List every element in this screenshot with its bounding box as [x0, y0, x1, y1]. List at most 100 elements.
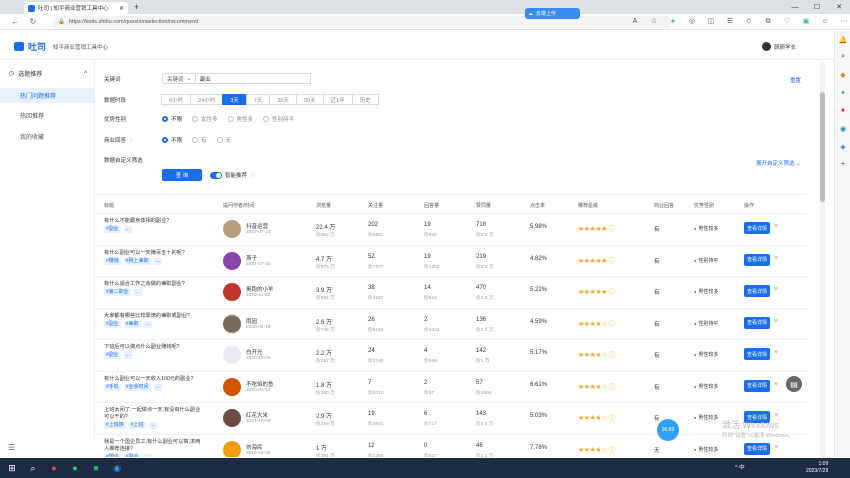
browser-tab[interactable]: 吐司 | 知乎商业营销工具中心 ✕	[24, 2, 128, 14]
smart-recommend-toggle[interactable]: 智能推荐 ⓘ	[210, 171, 256, 179]
author-name[interactable]: 雨因	[246, 317, 257, 325]
toggle-switch[interactable]	[210, 171, 222, 179]
favorite-heart-icon[interactable]: ♥	[774, 255, 778, 262]
tag[interactable]: ...	[143, 320, 152, 328]
tag[interactable]: #兼职	[123, 320, 141, 328]
app-2-icon[interactable]: ■	[90, 462, 102, 474]
extension-icon[interactable]: ●	[668, 17, 678, 27]
split-screen-icon[interactable]: ◫	[706, 17, 716, 27]
favorite-heart-icon[interactable]: ♥	[774, 223, 778, 230]
tag[interactable]: #副业	[104, 320, 121, 328]
avatar[interactable]	[223, 440, 241, 457]
expand-custom-filter-link[interactable]: 展开自定义筛选 ⌄	[756, 159, 801, 167]
view-detail-button[interactable]: 查看详情	[744, 348, 770, 360]
favorite-heart-icon[interactable]: ♥	[774, 444, 778, 451]
clipboard-icon[interactable]: ▤	[786, 376, 802, 392]
author-name[interactable]: 红花大米	[246, 411, 268, 419]
collapse-menu-icon[interactable]: ☰	[8, 443, 15, 452]
outlook-icon[interactable]: ◈	[838, 143, 848, 153]
question-title-cell[interactable]: 有什么副业可以一天赚百五十的呢? #赚钱 #网上兼职...	[104, 250, 204, 265]
gender-radio[interactable]: 男性多	[227, 115, 253, 123]
system-tray[interactable]: ^ 中	[735, 463, 745, 471]
question-title[interactable]: 有什么适合工作之余做的兼职副业?	[104, 281, 204, 288]
favorite-heart-icon[interactable]: ♥	[774, 286, 778, 293]
more-icon[interactable]: ⋯	[839, 17, 849, 27]
view-detail-button[interactable]: 查看详情	[744, 222, 770, 234]
tag[interactable]: ...	[153, 257, 162, 265]
question-title[interactable]: 有什么副业可以一天收入100元的副业?	[104, 376, 204, 383]
time-option[interactable]: 3天	[222, 94, 247, 105]
tag[interactable]: #副业	[104, 352, 121, 359]
business-radio[interactable]: 不限	[162, 136, 182, 144]
help-icon[interactable]: ⓘ	[128, 138, 134, 144]
avatar[interactable]	[223, 377, 241, 396]
question-title[interactable]: 上班太闲了,一起做点一天,有没有什么副业可以干的?	[104, 407, 204, 421]
avatar[interactable]	[223, 314, 241, 333]
tag[interactable]: #上班族	[104, 422, 126, 429]
time-option[interactable]: 30天	[269, 94, 297, 105]
tag[interactable]: ...	[153, 383, 162, 391]
favorite-heart-icon[interactable]: ♥	[774, 349, 778, 356]
question-title-cell[interactable]: 下班后可以做点什么副业赚钱呢? #副业...	[104, 344, 204, 359]
app-icon[interactable]: ●	[48, 462, 60, 474]
question-title[interactable]: 有什么副业可以一天赚百五十的呢?	[104, 250, 204, 257]
time-option[interactable]: 90天	[295, 94, 324, 105]
author-name[interactable]: 燕子	[246, 254, 257, 262]
view-detail-button[interactable]: 查看详情	[744, 316, 770, 329]
column-header[interactable]: 点击率	[530, 202, 545, 209]
avatar[interactable]	[223, 251, 241, 270]
windows-start-icon[interactable]: ⊞	[6, 462, 18, 474]
tag[interactable]: ...	[123, 226, 132, 233]
question-title[interactable]: 下班后可以做点什么副业赚钱呢?	[104, 344, 204, 351]
favorite-star-icon[interactable]: ☆	[649, 17, 659, 27]
minimize-icon[interactable]: —	[784, 0, 806, 14]
clock[interactable]: 1:09 2023/7/29	[806, 461, 828, 475]
sidebar-item-favorites[interactable]: 我的收藏	[0, 129, 94, 144]
time-option[interactable]: 6小时	[161, 94, 192, 105]
author-name[interactable]: 不吃馅的鱼	[246, 380, 274, 388]
collections-icon[interactable]: ☰	[725, 17, 735, 27]
question-title-cell[interactable]: 有什么不能跟身体相的副业? #副业...	[104, 218, 204, 233]
question-title-cell[interactable]: 大家都有哪些比较靠谱的兼职或副业? #副业 #兼职...	[104, 313, 204, 328]
scrollbar-thumb[interactable]	[820, 92, 825, 202]
business-radio[interactable]: 无	[216, 136, 231, 144]
tag[interactable]: #副业	[104, 226, 121, 233]
tag[interactable]: #国企	[104, 453, 121, 457]
cloud-upload-button[interactable]: ☁ 云端上传	[525, 8, 580, 19]
sidebar-item-hot-answers[interactable]: 热回推荐	[0, 108, 94, 123]
tag[interactable]: #第二职业	[104, 289, 131, 296]
shopping-icon[interactable]: ◆	[838, 71, 848, 81]
site-logo[interactable]: 吐司 知乎商业营销工具中心	[14, 40, 108, 53]
author-name[interactable]: 抖音运营	[246, 222, 268, 230]
gender-radio[interactable]: 女性多	[192, 115, 218, 123]
avatar[interactable]	[223, 220, 241, 238]
tag[interactable]: #网上兼职	[123, 257, 151, 265]
tag[interactable]: ...	[123, 352, 132, 359]
search-button[interactable]: 查 询	[162, 169, 202, 181]
page-scrollbar[interactable]	[820, 62, 825, 457]
edge-icon[interactable]: ◉	[111, 462, 123, 474]
gender-radio[interactable]: 性别持平	[263, 115, 294, 123]
sidebar-group-topics[interactable]: ◷ 选题推荐 ^	[9, 69, 87, 79]
view-detail-button[interactable]: 查看详情	[744, 253, 770, 266]
time-option[interactable]: 近1年	[322, 94, 353, 105]
bell-icon[interactable]: 🔔	[838, 36, 848, 46]
floating-score-badge[interactable]: 96.89	[657, 419, 679, 441]
read-aloud-icon[interactable]: A	[630, 17, 640, 27]
view-detail-button[interactable]: 查看详情	[744, 379, 770, 392]
column-header[interactable]: 浏览量	[316, 202, 331, 209]
column-header[interactable]: 回答量	[424, 202, 439, 209]
avatar[interactable]	[223, 409, 241, 427]
avatar[interactable]	[223, 283, 241, 301]
extension-2-icon[interactable]: ◎	[687, 17, 697, 27]
close-window-icon[interactable]: ✕	[828, 0, 850, 14]
profile-icon[interactable]: ☺	[820, 17, 830, 27]
downloads-icon[interactable]: ▣	[801, 17, 811, 27]
question-title[interactable]: 大家都有哪些比较靠谱的兼职或副业?	[104, 313, 204, 320]
author-name[interactable]: 白开光	[246, 348, 263, 356]
favorites-icon[interactable]: ✩	[744, 17, 754, 27]
view-detail-button[interactable]: 查看详情	[744, 285, 770, 297]
author-name[interactable]: 奥跑的小羊	[246, 285, 274, 293]
tools-icon[interactable]: ✦	[838, 89, 848, 99]
author-name[interactable]: 刘海民	[246, 443, 263, 451]
